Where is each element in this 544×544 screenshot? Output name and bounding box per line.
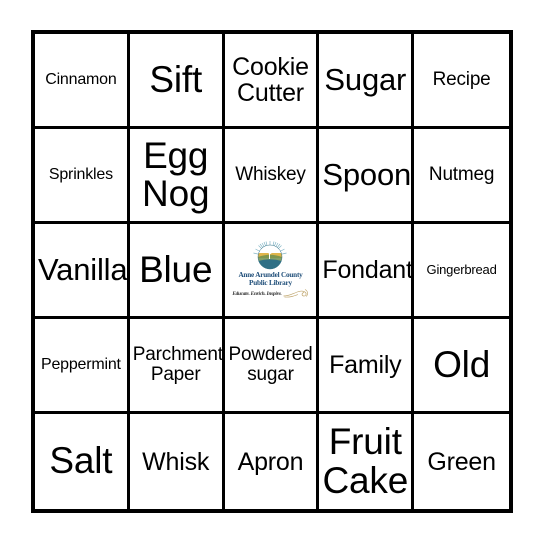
logo-name: Anne Arundel County Public Library (238, 271, 302, 288)
bingo-cell-label: Vanilla (38, 251, 128, 287)
bingo-cell-spoon[interactable]: Spoon (319, 129, 415, 224)
bingo-cell-label: Old (433, 343, 491, 385)
logo-tagline: Educate. Enrich. Inspire. (232, 290, 282, 297)
bingo-cell-label: Powdered sugar (228, 344, 313, 385)
bingo-cell-label: Nutmeg (428, 164, 495, 186)
bingo-cell-label: Parchment Paper (132, 344, 223, 385)
bingo-cell-blue[interactable]: Blue (129, 224, 225, 319)
bingo-cell-peppermint[interactable]: Peppermint (35, 319, 130, 414)
library-logo: Anne Arundel County Public Library Educate… (229, 240, 313, 301)
bingo-cell-fondant[interactable]: Fondant (319, 224, 415, 319)
bingo-cell-label: Family (329, 351, 402, 379)
bingo-cell-old[interactable]: Old (414, 319, 509, 414)
bingo-cell-apron[interactable]: Apron (224, 414, 320, 509)
bingo-cell-gingerbread[interactable]: Gingerbread (414, 224, 509, 319)
bingo-cell-whisk[interactable]: Whisk (129, 414, 225, 509)
logo-name-line-2: Public Library (249, 279, 292, 287)
bingo-cell-label: Apron (237, 447, 304, 476)
bingo-cell-label: Cookie Cutter (232, 53, 309, 107)
bingo-cell-label: Spoon (322, 156, 412, 192)
flourish-swirl-icon (283, 289, 308, 298)
bingo-cell-recipe[interactable]: Recipe (414, 34, 509, 129)
bingo-cell-salt[interactable]: Salt (35, 414, 130, 509)
bingo-cell-nutmeg[interactable]: Nutmeg (414, 129, 509, 224)
bingo-cell-label: Sprinkles (48, 165, 113, 183)
bingo-cell-label: Gingerbread (426, 262, 497, 278)
logo-tagline-row: Educate. Enrich. Inspire. (229, 288, 313, 300)
bingo-cell-label: Cinnamon (45, 70, 117, 88)
bingo-cell-powdered-sugar[interactable]: Powdered sugar (224, 319, 320, 414)
bingo-cell-parchment-paper[interactable]: Parchment Paper (129, 319, 225, 414)
bingo-cell-cinnamon[interactable]: Cinnamon (35, 34, 130, 129)
sunburst-logo-icon (253, 240, 288, 269)
bingo-card: Cinnamon Sift Cookie Cutter Sugar Recipe Spri… (31, 30, 513, 513)
bingo-cell-label: Blue (139, 248, 213, 290)
bingo-cell-sift[interactable]: Sift (129, 34, 225, 129)
bingo-cell-sprinkles[interactable]: Sprinkles (35, 129, 130, 224)
bingo-cell-vanilla[interactable]: Vanilla (35, 224, 130, 319)
bingo-cell-free-space[interactable]: Anne Arundel County Public Library Educate… (224, 224, 320, 319)
bingo-cell-label: Fondant (322, 256, 413, 284)
bingo-cell-sugar[interactable]: Sugar (319, 34, 415, 129)
bingo-cell-cookie-cutter[interactable]: Cookie Cutter (224, 34, 320, 129)
bingo-cell-label: Egg Nog (142, 134, 210, 214)
bingo-cell-label: Salt (49, 440, 113, 482)
bingo-cell-label: Whisk (142, 447, 210, 476)
bingo-cell-label: Peppermint (40, 355, 121, 373)
bingo-cell-whiskey[interactable]: Whiskey (224, 129, 320, 224)
bingo-cell-green[interactable]: Green (414, 414, 509, 509)
bingo-cell-family[interactable]: Family (319, 319, 415, 414)
bingo-cell-label: Fruit Cake (322, 421, 409, 501)
bingo-cell-egg-nog[interactable]: Egg Nog (129, 129, 225, 224)
bingo-cell-fruit-cake[interactable]: Fruit Cake (319, 414, 415, 509)
bingo-cell-label: Sugar (324, 61, 407, 97)
bingo-cell-label: Sift (149, 58, 203, 100)
bingo-cell-label: Recipe (432, 69, 491, 91)
bingo-cell-label: Green (427, 447, 496, 476)
bingo-cell-label: Whiskey (235, 164, 306, 186)
logo-name-line-1: Anne Arundel County (238, 270, 303, 279)
